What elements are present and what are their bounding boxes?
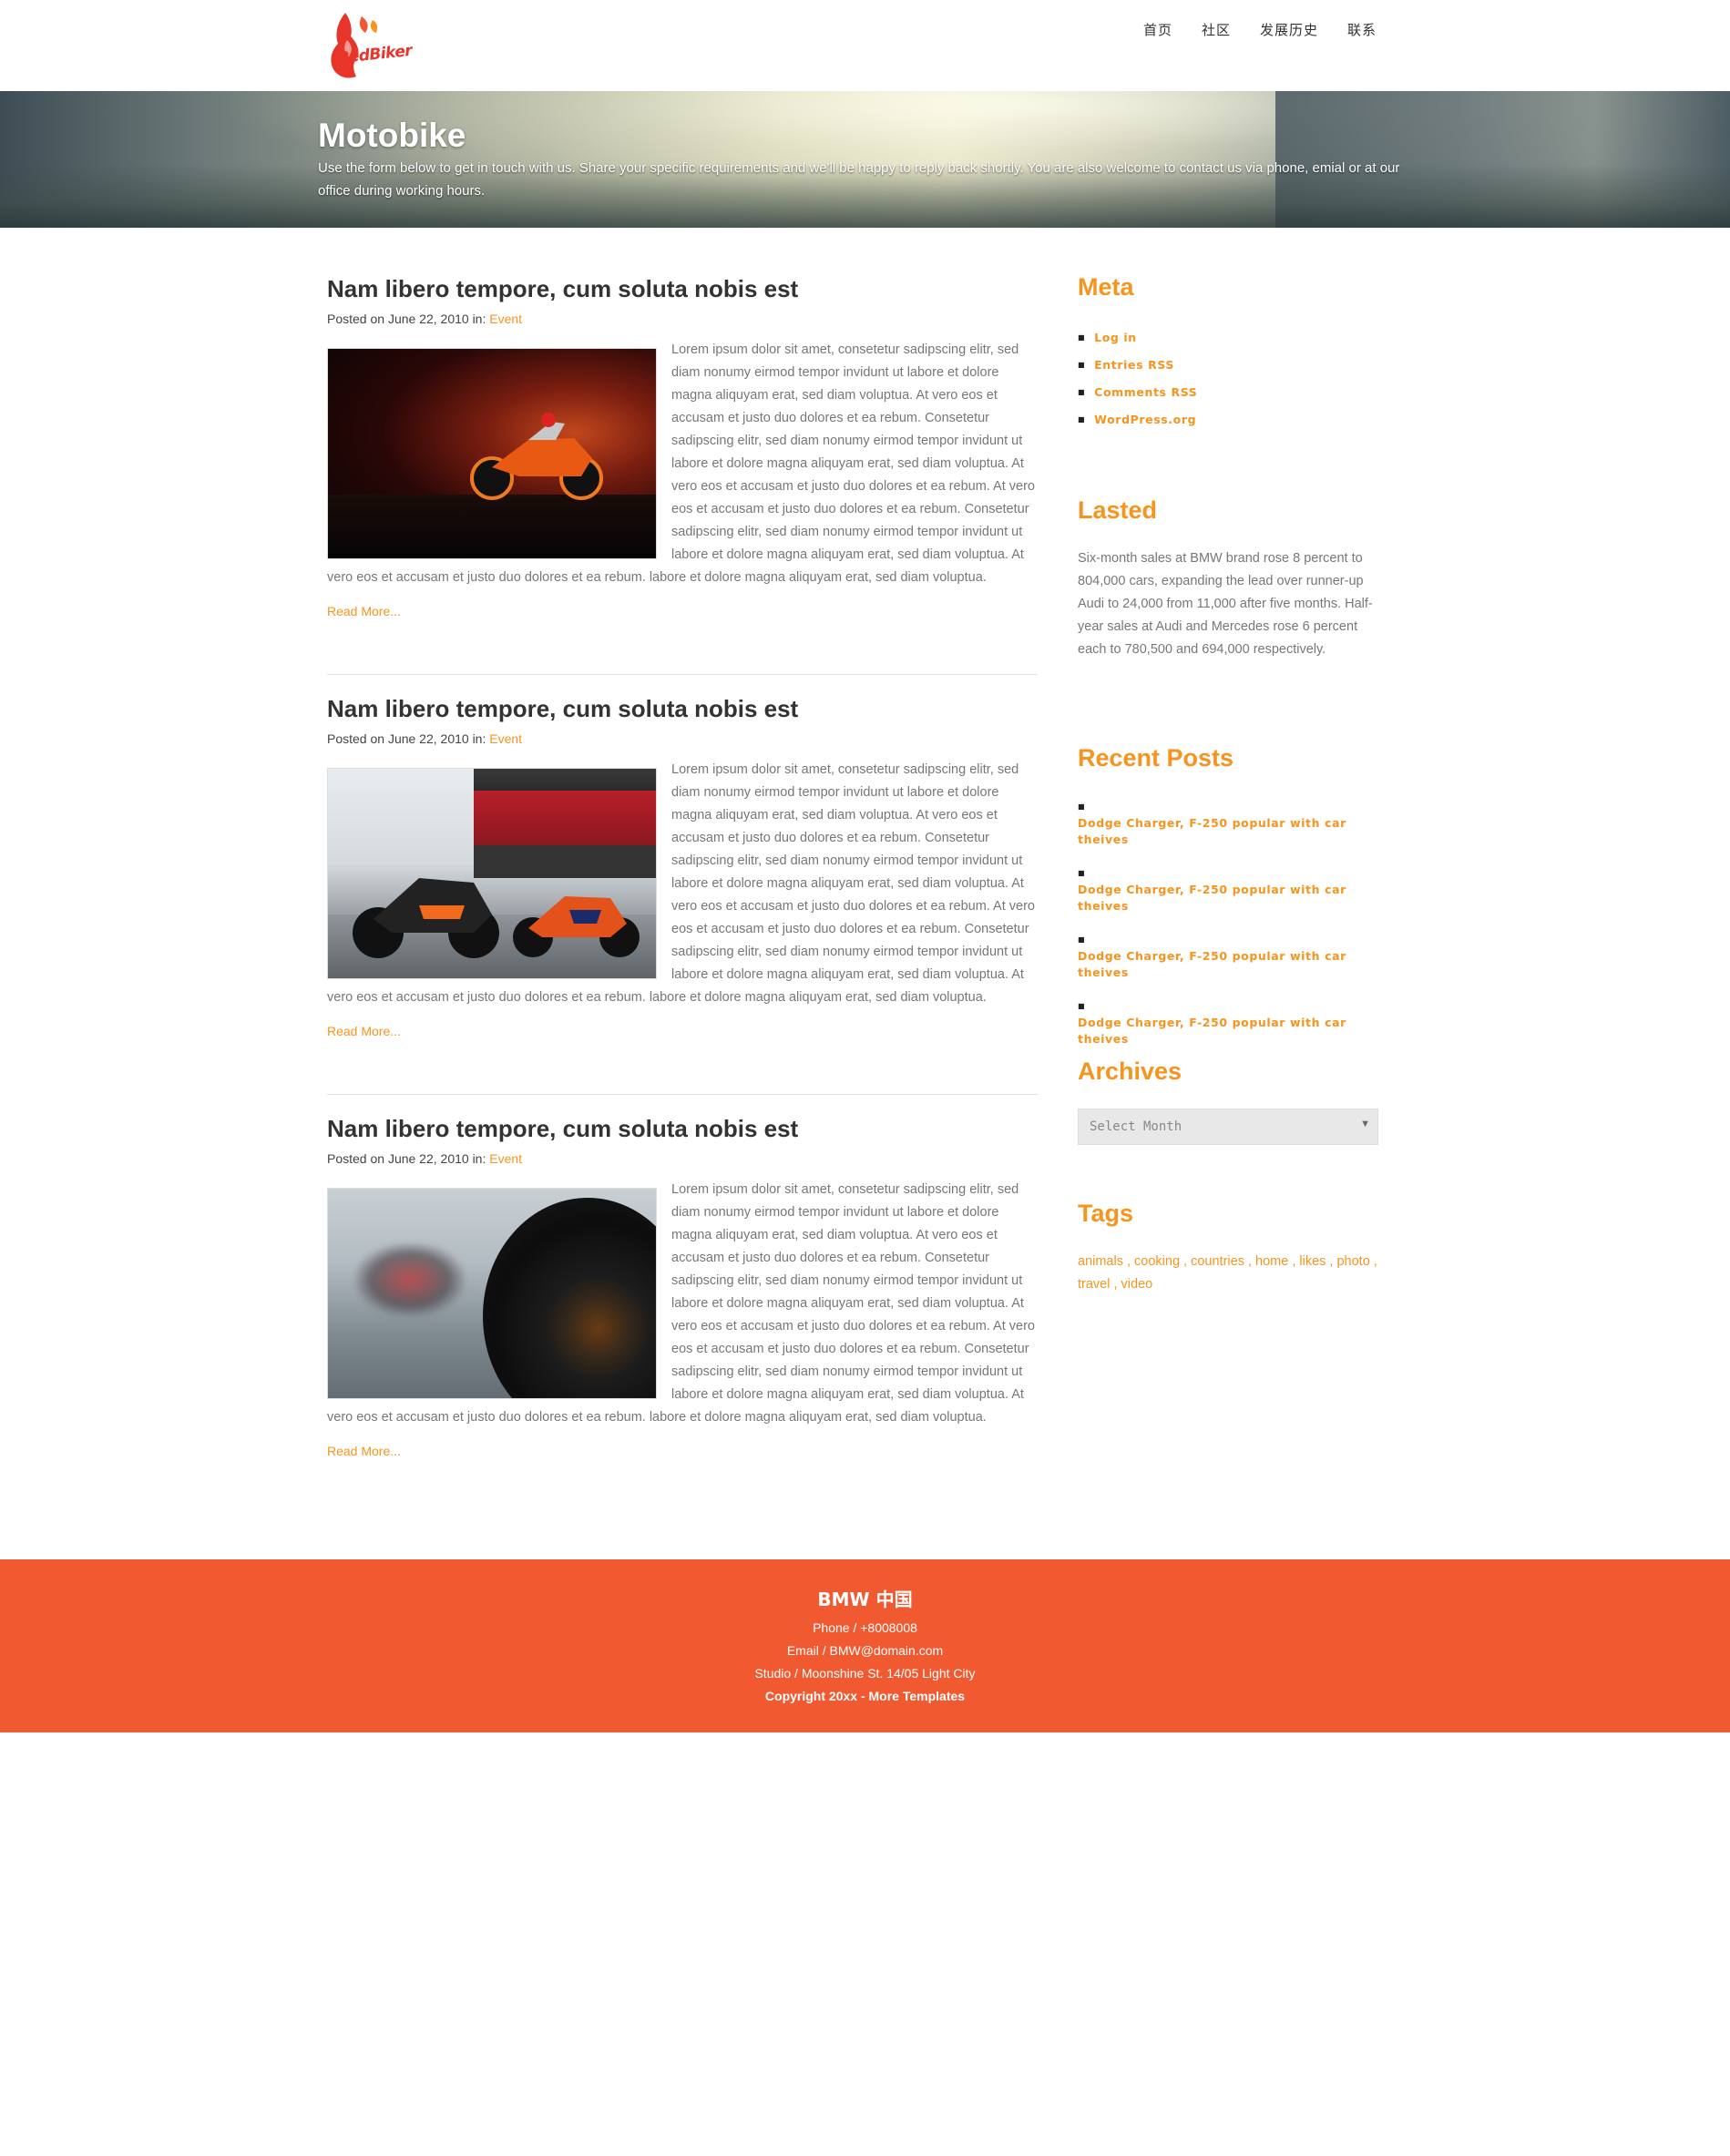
recent-post-item[interactable]: ■ Dodge Charger, F-250 popular with car t… (1078, 932, 1387, 981)
nav-item-history[interactable]: 发展历史 (1260, 20, 1318, 39)
meta-heading: Meta (1078, 273, 1134, 301)
sidebar-recent-posts: Recent Posts ■ Dodge Charger, F-250 popul… (1078, 742, 1387, 1065)
post-body: Lorem ipsum dolor sit amet, consetetur s… (327, 339, 1038, 589)
bullet-icon: ■ (1078, 1002, 1086, 1010)
recent-post-link[interactable]: Dodge Charger, F-250 popular with car th… (1078, 816, 1346, 846)
recent-post-link[interactable]: Dodge Charger, F-250 popular with car th… (1078, 883, 1346, 913)
post-title[interactable]: Nam libero tempore, cum soluta nobis est (327, 1113, 1038, 1144)
bullet-icon: ■ (1078, 869, 1086, 877)
hero-banner: Motobike Use the form below to get in to… (0, 91, 1730, 228)
post-thumbnail-tire-closeup[interactable] (327, 1188, 657, 1399)
archives-month-select[interactable]: Select Month ▼ (1078, 1109, 1378, 1145)
nav-item-community[interactable]: 社区 (1202, 20, 1231, 39)
sidebar-tags: Tags animals , cooking , countries , hom… (1078, 1198, 1387, 1296)
post-divider (327, 674, 1038, 675)
post-meta: Posted on June 22, 2010 in: Event (327, 1151, 1038, 1166)
post-body: Lorem ipsum dolor sit amet, consetetur s… (327, 759, 1038, 1009)
read-more-link[interactable]: Read More... (327, 1444, 1038, 1458)
read-more-link[interactable]: Read More... (327, 1024, 1038, 1038)
page-title: Motobike (318, 117, 466, 154)
meta-link-wordpress[interactable]: WordPress.org (1078, 406, 1387, 434)
post-category-link[interactable]: Event (489, 731, 522, 746)
sidebar-meta: Meta Log in Entries RSS Comments RSS Wor… (1078, 271, 1387, 434)
bullet-icon: ■ (1078, 935, 1086, 944)
lasted-heading: Lasted (1078, 496, 1158, 524)
thumbnail-blurred-bike (355, 1243, 465, 1316)
post-title[interactable]: Nam libero tempore, cum soluta nobis est (327, 693, 1038, 724)
nav-item-home[interactable]: 首页 (1143, 20, 1172, 39)
recent-post-item[interactable]: ■ Dodge Charger, F-250 popular with car t… (1078, 865, 1387, 915)
recent-post-link[interactable]: Dodge Charger, F-250 popular with car th… (1078, 1016, 1346, 1046)
meta-link-entries-rss[interactable]: Entries RSS (1078, 352, 1387, 379)
post-category-link[interactable]: Event (489, 312, 522, 326)
recent-post-item[interactable]: ■ Dodge Charger, F-250 popular with car t… (1078, 799, 1387, 848)
meta-links: Log in Entries RSS Comments RSS WordPres… (1078, 324, 1387, 434)
site-footer: BMW 中国 Phone / +8008008 Email / BMW@doma… (0, 1559, 1730, 1732)
archives-heading: Archives (1078, 1058, 1182, 1085)
thumbnail-floor (328, 495, 656, 558)
read-more-link[interactable]: Read More... (327, 604, 1038, 618)
footer-address: Studio / Moonshine St. 14/05 Light City (754, 1666, 976, 1681)
bullet-icon: ■ (1078, 802, 1086, 811)
select-value: Select Month (1090, 1119, 1182, 1134)
tire-icon (483, 1198, 656, 1398)
sidebar-lasted: Lasted Six-month sales at BMW brand rose… (1078, 495, 1387, 661)
blog-post: Nam libero tempore, cum soluta nobis est… (327, 1113, 1038, 1458)
motorbike-icon (470, 413, 603, 500)
tag-cloud[interactable]: animals , cooking , countries , home , l… (1078, 1251, 1378, 1296)
footer-copyright[interactable]: Copyright 20xx - More Templates (0, 1685, 1730, 1708)
recent-post-item[interactable]: ■ Dodge Charger, F-250 popular with car t… (1078, 998, 1387, 1047)
sidebar-archives: Archives Select Month ▼ (1078, 1056, 1387, 1145)
meta-link-login[interactable]: Log in (1078, 324, 1387, 352)
post-thumbnail-motorbike-night[interactable] (327, 348, 657, 559)
motorbikes-icon (353, 878, 640, 958)
blog-post: Nam libero tempore, cum soluta nobis est… (327, 693, 1038, 1038)
post-divider (327, 1094, 1038, 1095)
post-date: Posted on June 22, 2010 in: (327, 1151, 490, 1166)
recent-posts-heading: Recent Posts (1078, 744, 1234, 771)
banner-description: Use the form below to get in touch with … (318, 160, 1400, 199)
blog-post: Nam libero tempore, cum soluta nobis est… (327, 273, 1038, 618)
site-header: RedBiker 首页 社区 发展历史 联系 (0, 0, 1730, 91)
post-meta: Posted on June 22, 2010 in: Event (327, 731, 1038, 746)
tags-heading: Tags (1078, 1200, 1134, 1227)
post-thumbnail-sportbikes[interactable] (327, 768, 657, 979)
post-date: Posted on June 22, 2010 in: (327, 731, 490, 746)
footer-brand: BMW 中国 (817, 1589, 913, 1610)
dropdown-arrow-icon: ▼ (1360, 1119, 1370, 1129)
post-category-link[interactable]: Event (489, 1151, 522, 1166)
post-body: Lorem ipsum dolor sit amet, consetetur s… (327, 1179, 1038, 1429)
site-logo[interactable]: RedBiker (325, 9, 413, 82)
recent-post-link[interactable]: Dodge Charger, F-250 popular with car th… (1078, 949, 1346, 979)
footer-email[interactable]: Email / BMW@domain.com (0, 1640, 1730, 1662)
post-meta: Posted on June 22, 2010 in: Event (327, 312, 1038, 326)
footer-phone: Phone / +8008008 (813, 1620, 917, 1635)
post-date: Posted on June 22, 2010 in: (327, 312, 490, 326)
main-nav: 首页 社区 发展历史 联系 (1143, 20, 1406, 39)
nav-item-contact[interactable]: 联系 (1347, 20, 1377, 39)
meta-link-comments-rss[interactable]: Comments RSS (1078, 379, 1387, 406)
post-title[interactable]: Nam libero tempore, cum soluta nobis est (327, 273, 1038, 304)
recent-posts-list: ■ Dodge Charger, F-250 popular with car t… (1078, 799, 1387, 1047)
lasted-text: Six-month sales at BMW brand rose 8 perc… (1078, 551, 1373, 657)
